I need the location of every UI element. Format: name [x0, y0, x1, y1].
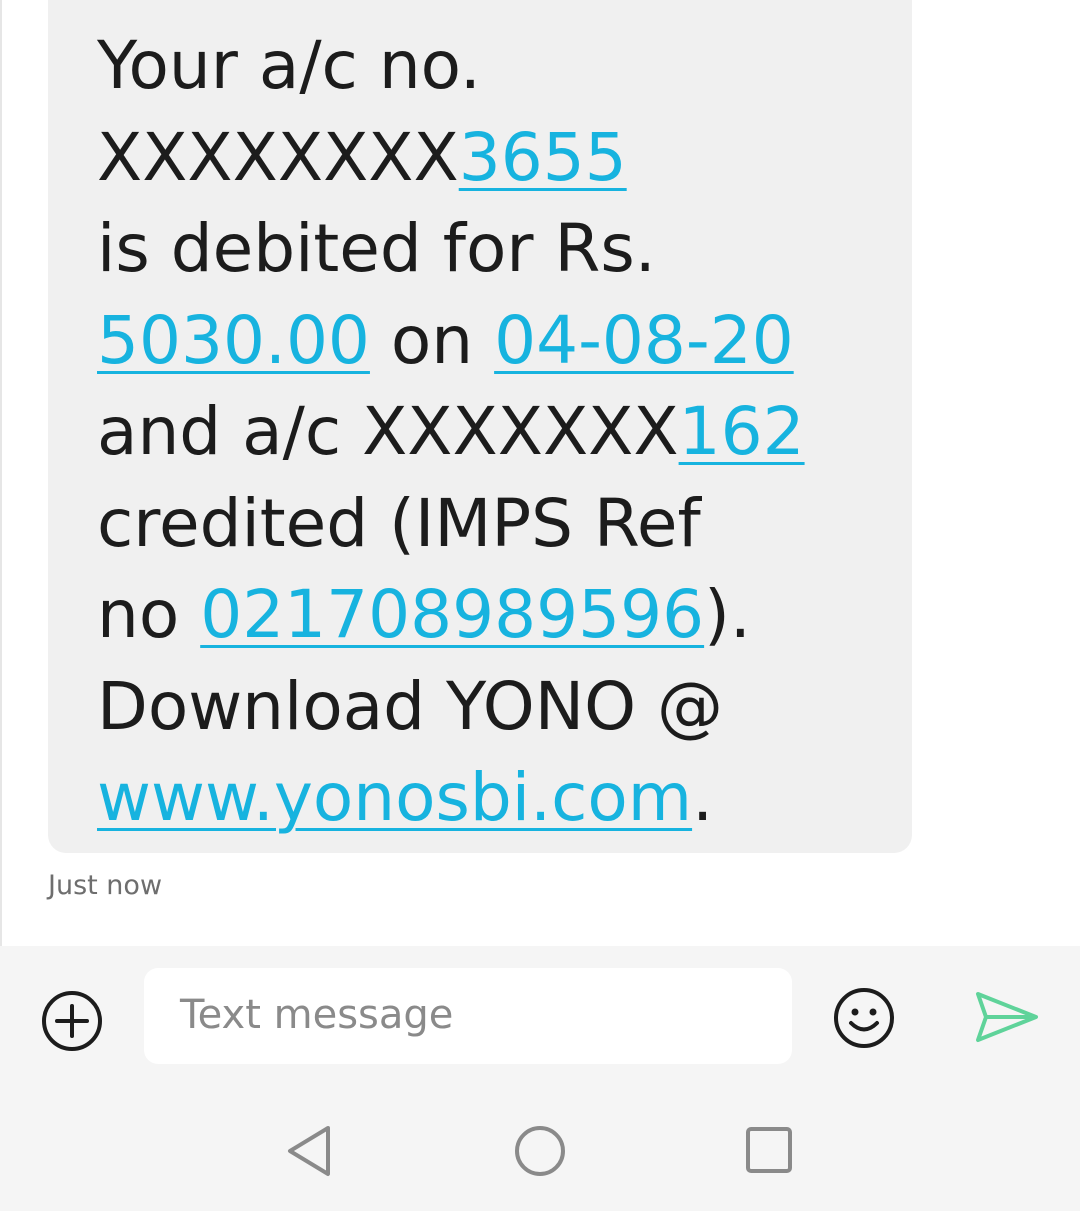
- nav-recents-button[interactable]: [745, 1126, 793, 1174]
- system-navigation-bar: [0, 1098, 1080, 1211]
- home-circle-icon: [515, 1126, 565, 1176]
- text-message-input[interactable]: Text message: [144, 968, 792, 1064]
- back-triangle-icon: [288, 1126, 330, 1176]
- message-text-segment: credited (IMPS Ref: [97, 484, 701, 562]
- message-line: is debited for Rs.: [97, 203, 887, 295]
- date-link[interactable]: 04-08-20: [494, 302, 794, 379]
- masked-account: XXXXXXXX: [97, 118, 459, 196]
- message-line: no 021708989596).: [97, 569, 887, 661]
- masked-account: and a/c XXXXXXX: [97, 393, 679, 470]
- message-text-segment: Your a/c no.: [97, 27, 481, 104]
- message-text: Your a/c no. XXXXXXXX3655 is debited for…: [97, 20, 887, 844]
- message-line: and a/c XXXXXXX162: [97, 386, 887, 478]
- message-composer: Text message: [0, 946, 1080, 1211]
- message-line: XXXXXXXX3655: [97, 112, 887, 204]
- nav-back-button[interactable]: [284, 1124, 334, 1178]
- plus-circle-icon: [42, 991, 102, 1051]
- messaging-screen: Your a/c no. XXXXXXXX3655 is debited for…: [0, 0, 1080, 1211]
- send-icon: [976, 992, 1038, 1042]
- account-number-link[interactable]: 3655: [459, 119, 627, 196]
- message-text-segment: no: [97, 576, 201, 653]
- nav-home-button[interactable]: [514, 1125, 566, 1177]
- send-button[interactable]: [974, 990, 1040, 1044]
- emoji-button[interactable]: [832, 986, 896, 1050]
- reference-number-link[interactable]: 021708989596: [200, 576, 704, 653]
- input-placeholder: Text message: [180, 992, 454, 1038]
- website-link[interactable]: www.yonosbi.com: [97, 759, 692, 836]
- message-timestamp: Just now: [48, 870, 163, 901]
- message-line: credited (IMPS Ref: [97, 478, 887, 570]
- message-text-segment: on: [369, 301, 495, 379]
- message-text-segment: Download YONO @: [97, 667, 724, 745]
- recents-square-icon: [746, 1127, 792, 1173]
- message-line: Your a/c no.: [97, 20, 887, 112]
- message-line: Download YONO @: [97, 661, 887, 753]
- smiley-icon: [834, 988, 894, 1048]
- message-line: www.yonosbi.com.: [97, 752, 887, 844]
- left-divider: [0, 0, 2, 946]
- add-attachment-button[interactable]: [40, 989, 104, 1053]
- amount-link[interactable]: 5030.00: [97, 302, 370, 379]
- message-text-segment: ).: [704, 576, 751, 653]
- message-text-segment: .: [692, 759, 714, 836]
- message-line: 5030.00 on 04-08-20: [97, 295, 887, 387]
- message-text-segment: is debited for Rs.: [97, 210, 656, 287]
- account-number-link[interactable]: 162: [679, 393, 805, 470]
